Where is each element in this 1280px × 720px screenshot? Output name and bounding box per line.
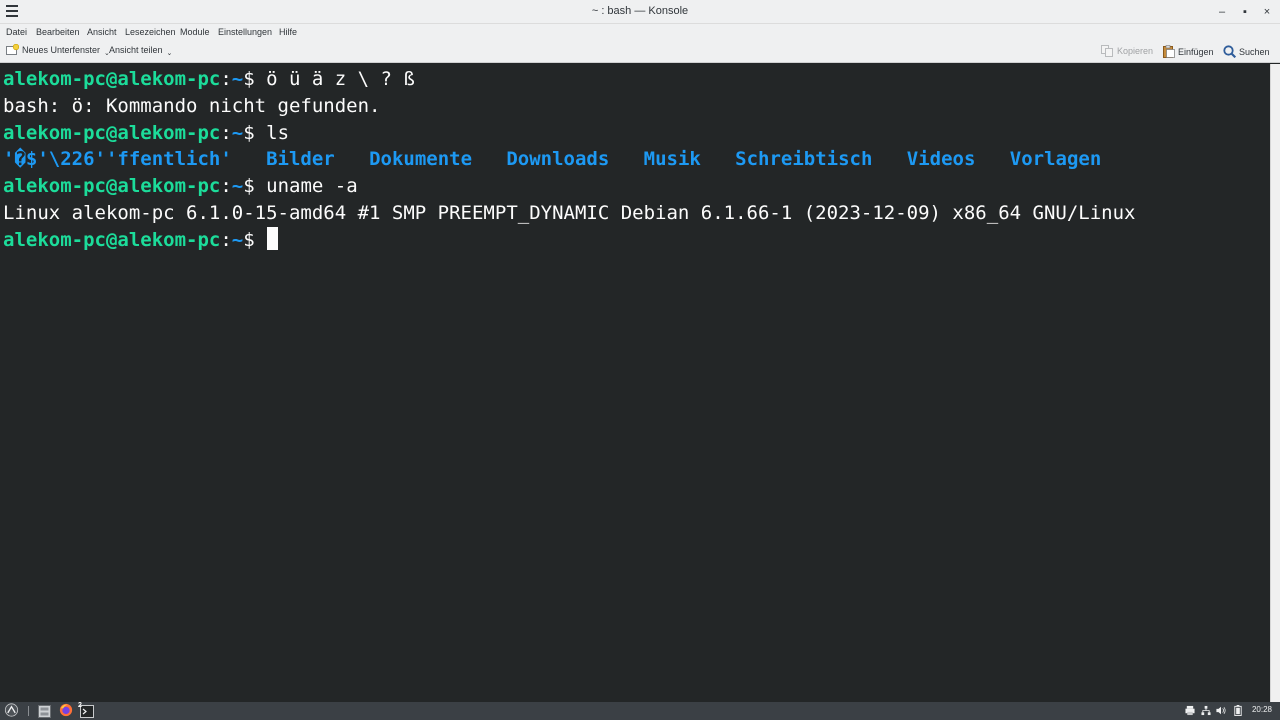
paste-icon	[1163, 45, 1175, 58]
directory-entry: Schreibtisch	[735, 148, 873, 171]
prompt-line: alekom-pc@alekom-pc:~$ ö ü ä z \ ? ß	[3, 66, 1135, 93]
copy-icon	[1101, 45, 1113, 57]
new-tab-icon	[6, 44, 19, 55]
konsole-task-button[interactable]: 2	[78, 702, 96, 720]
split-view-dropdown-icon[interactable]: ⌄	[167, 49, 173, 57]
prompt-sign: $	[243, 121, 267, 144]
clock[interactable]: 20:28	[1252, 705, 1272, 714]
minimize-button[interactable]: –	[1213, 3, 1231, 21]
output-line: Linux alekom-pc 6.1.0-15-amd64 #1 SMP PR…	[3, 200, 1135, 227]
directory-entry: Bilder	[266, 148, 335, 171]
command-text: uname -a	[266, 175, 358, 198]
prompt-separator: :	[220, 121, 232, 144]
prompt-user: alekom-pc@alekom-pc	[3, 68, 221, 90]
prompt-user: alekom-pc@alekom-pc	[3, 175, 221, 198]
prompt-path: ~	[231, 68, 244, 90]
output-text: Linux alekom-pc 6.1.0-15-amd64 #1 SMP PR…	[3, 201, 1136, 224]
file-manager-icon[interactable]	[38, 704, 51, 718]
menu-ansicht[interactable]: Ansicht	[87, 27, 117, 37]
directory-entry: Downloads	[506, 148, 610, 171]
prompt-sign: $	[243, 175, 267, 198]
taskbar: 2 20:28	[0, 702, 1280, 720]
paste-button[interactable]: Einfügen	[1163, 45, 1214, 58]
toolbar: Neues Unterfenster ⌄ Ansicht teilen ⌄ Ko…	[0, 40, 1280, 63]
printer-icon[interactable]	[1185, 705, 1195, 716]
ls-output-line: '�$'\226''ffentlich' Bilder Dokumente Do…	[3, 146, 1135, 173]
copy-label: Kopieren	[1117, 46, 1154, 56]
output-text: bash: ö: Kommando nicht gefunden.	[3, 94, 381, 117]
menu-bearbeiten[interactable]: Bearbeiten	[36, 27, 80, 37]
title-bar: ~ : bash — Konsole – ▪ ×	[0, 0, 1280, 24]
terminal-cursor	[267, 226, 279, 250]
menu-module[interactable]: Module	[180, 27, 210, 37]
search-label: Suchen	[1239, 46, 1270, 57]
firefox-icon[interactable]	[58, 703, 74, 717]
search-icon	[1223, 45, 1236, 58]
menu-bar: Datei Bearbeiten Ansicht Lesezeichen Mod…	[0, 24, 1280, 40]
prompt-line: alekom-pc@alekom-pc:~$	[3, 226, 1135, 254]
volume-icon[interactable]	[1216, 705, 1226, 716]
prompt-path: ~	[231, 228, 244, 251]
task-count-badge: 2	[78, 702, 82, 709]
taskbar-separator	[28, 706, 29, 716]
split-view-label: Ansicht teilen	[109, 45, 163, 55]
window-title: ~ : bash — Konsole	[591, 5, 689, 17]
directory-entry: Videos	[906, 148, 976, 171]
menu-lesezeichen[interactable]: Lesezeichen	[125, 27, 176, 37]
directory-entry: Dokumente	[369, 148, 473, 171]
menu-hilfe[interactable]: Hilfe	[279, 27, 297, 37]
terminal-output: alekom-pc@alekom-pc:~$ ö ü ä z \ ? ß bash…	[3, 66, 1135, 254]
network-icon[interactable]	[1201, 705, 1211, 716]
search-button[interactable]: Suchen	[1223, 45, 1270, 58]
maximize-button[interactable]: ▪	[1236, 3, 1254, 21]
prompt-separator: :	[220, 228, 232, 251]
command-text: ö ü ä z \ ? ß	[266, 68, 415, 90]
prompt-path: ~	[231, 175, 244, 198]
menu-datei[interactable]: Datei	[6, 27, 27, 37]
prompt-user: alekom-pc@alekom-pc	[3, 121, 221, 144]
battery-icon[interactable]	[1233, 705, 1243, 716]
prompt-user: alekom-pc@alekom-pc	[3, 228, 221, 251]
prompt-sign: $	[243, 68, 267, 90]
copy-button[interactable]: Kopieren	[1101, 45, 1153, 57]
directory-entry: Vorlagen	[1009, 148, 1102, 171]
prompt-line: alekom-pc@alekom-pc:~$ ls	[3, 120, 1135, 147]
new-tab-label: Neues Unterfenster	[22, 45, 101, 55]
output-line: bash: ö: Kommando nicht gefunden.	[3, 93, 1135, 120]
prompt-sign: $	[243, 228, 267, 251]
paste-label: Einfügen	[1178, 46, 1214, 57]
split-view-button[interactable]: Ansicht teilen ⌄	[109, 45, 173, 57]
terminal-view[interactable]: alekom-pc@alekom-pc:~$ ö ü ä z \ ? ß bash…	[0, 64, 1270, 702]
terminal-scrollbar[interactable]	[1270, 64, 1280, 702]
prompt-separator: :	[220, 175, 232, 198]
quoted-filename: '�$'\226''ffentlich'	[3, 148, 232, 171]
new-tab-button[interactable]: Neues Unterfenster ⌄	[6, 44, 110, 57]
command-text: ls	[266, 121, 290, 144]
prompt-line: alekom-pc@alekom-pc:~$ uname -a	[3, 173, 1135, 200]
prompt-separator: :	[220, 68, 232, 90]
directory-entry: Musik	[643, 148, 701, 171]
prompt-path: ~	[231, 121, 244, 144]
close-button[interactable]: ×	[1258, 3, 1276, 21]
menu-einstellungen[interactable]: Einstellungen	[218, 27, 272, 37]
app-launcher-icon[interactable]	[3, 703, 20, 717]
terminal-icon	[80, 705, 94, 718]
